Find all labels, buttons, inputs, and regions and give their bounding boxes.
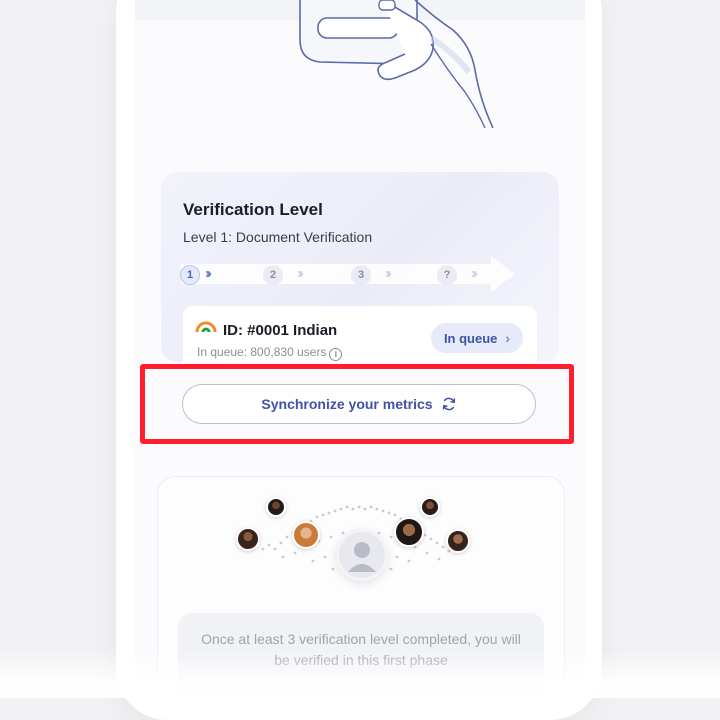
in-queue-status-button[interactable]: In queue › bbox=[431, 323, 523, 353]
india-flag-icon bbox=[195, 321, 217, 332]
verification-subtitle: Level 1: Document Verification bbox=[183, 229, 373, 245]
queue-position: In queue: 800,830 users i bbox=[197, 345, 343, 361]
step-1-indicator: 1 bbox=[180, 265, 200, 285]
step-unknown-indicator: ? bbox=[437, 265, 457, 285]
phone-in-hand-illustration bbox=[299, 0, 494, 129]
highlight-box bbox=[140, 364, 574, 444]
chevron-right-icon: › bbox=[505, 330, 511, 346]
bottom-fade bbox=[0, 650, 720, 698]
community-avatar-1 bbox=[236, 527, 260, 551]
community-avatar-4 bbox=[420, 497, 440, 517]
user-id-label: ID: #0001 Indian bbox=[223, 322, 338, 339]
info-icon[interactable]: i bbox=[329, 348, 343, 361]
app-screen: Verification Level Level 1: Document Ver… bbox=[135, 0, 585, 698]
community-avatar-5 bbox=[394, 517, 424, 547]
queue-text: In queue: 800,830 users bbox=[197, 345, 327, 359]
step-3-indicator: 3 bbox=[351, 265, 371, 285]
community-avatar-2 bbox=[266, 497, 286, 517]
step-2-indicator: 2 bbox=[263, 265, 283, 285]
verification-steps: 1 ››› 2 ››› 3 ››› ? ››› bbox=[180, 256, 541, 292]
verification-level-card: Verification Level Level 1: Document Ver… bbox=[161, 172, 559, 386]
verification-title: Verification Level bbox=[183, 200, 323, 219]
community-avatar-6 bbox=[446, 529, 470, 553]
in-queue-label: In queue bbox=[443, 330, 498, 346]
user-silhouette-icon bbox=[348, 542, 376, 572]
user-placeholder-avatar bbox=[336, 529, 388, 581]
community-avatar-3 bbox=[292, 521, 320, 549]
